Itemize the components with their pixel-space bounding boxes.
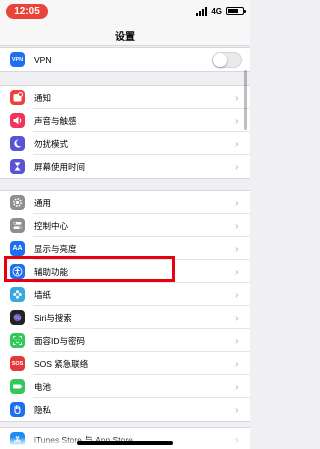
hourglass-icon — [10, 159, 25, 174]
notifications-icon — [10, 90, 25, 105]
home-indicator[interactable] — [77, 441, 173, 445]
sos-icon: SOS — [10, 356, 25, 371]
settings-row-privacy[interactable]: 隐私 › — [0, 398, 250, 421]
settings-row-siri[interactable]: Siri与搜索 › — [0, 306, 250, 329]
siri-icon — [10, 310, 25, 325]
row-label: 通知 — [34, 92, 52, 103]
signal-icon — [196, 6, 208, 16]
settings-row-wallpaper[interactable]: 墙纸 › — [0, 283, 250, 306]
chevron-right-icon: › — [234, 357, 239, 370]
settings-row-vpn[interactable]: VPN VPN — [0, 48, 250, 71]
chevron-right-icon: › — [234, 311, 239, 324]
row-label: 辅助功能 — [34, 266, 69, 277]
row-label: 电池 — [34, 381, 52, 392]
nav-bar: 设置 — [0, 22, 250, 46]
row-label: 控制中心 — [34, 220, 69, 231]
chevron-right-icon: › — [234, 334, 239, 347]
toggles-icon — [10, 218, 25, 233]
chevron-right-icon: › — [234, 288, 239, 301]
group-vpn: VPN VPN — [0, 47, 250, 72]
row-label: 显示与亮度 — [34, 243, 77, 254]
row-label: SOS 紧急联络 — [34, 358, 89, 369]
text-size-icon: AA — [10, 241, 25, 256]
chevron-right-icon: › — [234, 242, 239, 255]
battery-status-icon — [226, 7, 246, 15]
group-general: 通用 › 控制中心 › AA 显示与亮度 › 辅助功能 › 墙纸 › Siri与… — [0, 190, 250, 422]
vpn-icon: VPN — [10, 52, 25, 67]
vpn-toggle[interactable] — [212, 51, 242, 68]
settings-row-accessibility[interactable]: 辅助功能 › — [0, 260, 250, 283]
status-indicators: 4G — [196, 4, 246, 18]
status-time: 12:05 — [6, 4, 48, 19]
row-label: 墙纸 — [34, 289, 52, 300]
status-bar: 12:05 4G — [0, 0, 250, 22]
row-label: 声音与触感 — [34, 115, 77, 126]
chevron-right-icon: › — [234, 91, 239, 104]
page-title: 设置 — [115, 32, 135, 43]
row-label: Siri与搜索 — [34, 312, 72, 323]
scrollbar[interactable] — [244, 70, 247, 130]
chevron-right-icon: › — [234, 196, 239, 209]
group-notifications: 通知 › 声音与触感 › 勿扰模式 › 屏幕使用时间 › — [0, 85, 250, 179]
row-label: 屏幕使用时间 — [34, 161, 86, 172]
chevron-right-icon: › — [234, 219, 239, 232]
hand-icon — [10, 402, 25, 417]
settings-row-do-not-disturb[interactable]: 勿扰模式 › — [0, 132, 250, 155]
row-label: 面容ID与密码 — [34, 335, 86, 346]
flower-icon — [10, 287, 25, 302]
settings-row-sos[interactable]: SOS SOS 紧急联络 › — [0, 352, 250, 375]
speaker-icon — [10, 113, 25, 128]
settings-row-control-center[interactable]: 控制中心 › — [0, 214, 250, 237]
chevron-right-icon: › — [234, 137, 239, 150]
accessibility-icon — [10, 264, 25, 279]
gear-icon — [10, 195, 25, 210]
settings-row-sounds[interactable]: 声音与触感 › — [0, 109, 250, 132]
row-label: 隐私 — [34, 404, 52, 415]
settings-row-battery[interactable]: 电池 › — [0, 375, 250, 398]
face-id-icon — [10, 333, 25, 348]
battery-icon — [10, 379, 25, 394]
chevron-right-icon: › — [234, 380, 239, 393]
settings-row-general[interactable]: 通用 › — [0, 191, 250, 214]
settings-row-display[interactable]: AA 显示与亮度 › — [0, 237, 250, 260]
network-label: 4G — [211, 6, 222, 16]
chevron-right-icon: › — [234, 114, 239, 127]
moon-icon — [10, 136, 25, 151]
chevron-right-icon: › — [234, 403, 239, 416]
chevron-right-icon: › — [234, 265, 239, 278]
chevron-right-icon: › — [234, 160, 239, 173]
settings-row-screen-time[interactable]: 屏幕使用时间 › — [0, 155, 250, 178]
row-label: 通用 — [34, 197, 52, 208]
settings-row-face-id[interactable]: 面容ID与密码 › — [0, 329, 250, 352]
settings-row-notifications[interactable]: 通知 › — [0, 86, 250, 109]
row-label: 勿扰模式 — [34, 138, 69, 149]
